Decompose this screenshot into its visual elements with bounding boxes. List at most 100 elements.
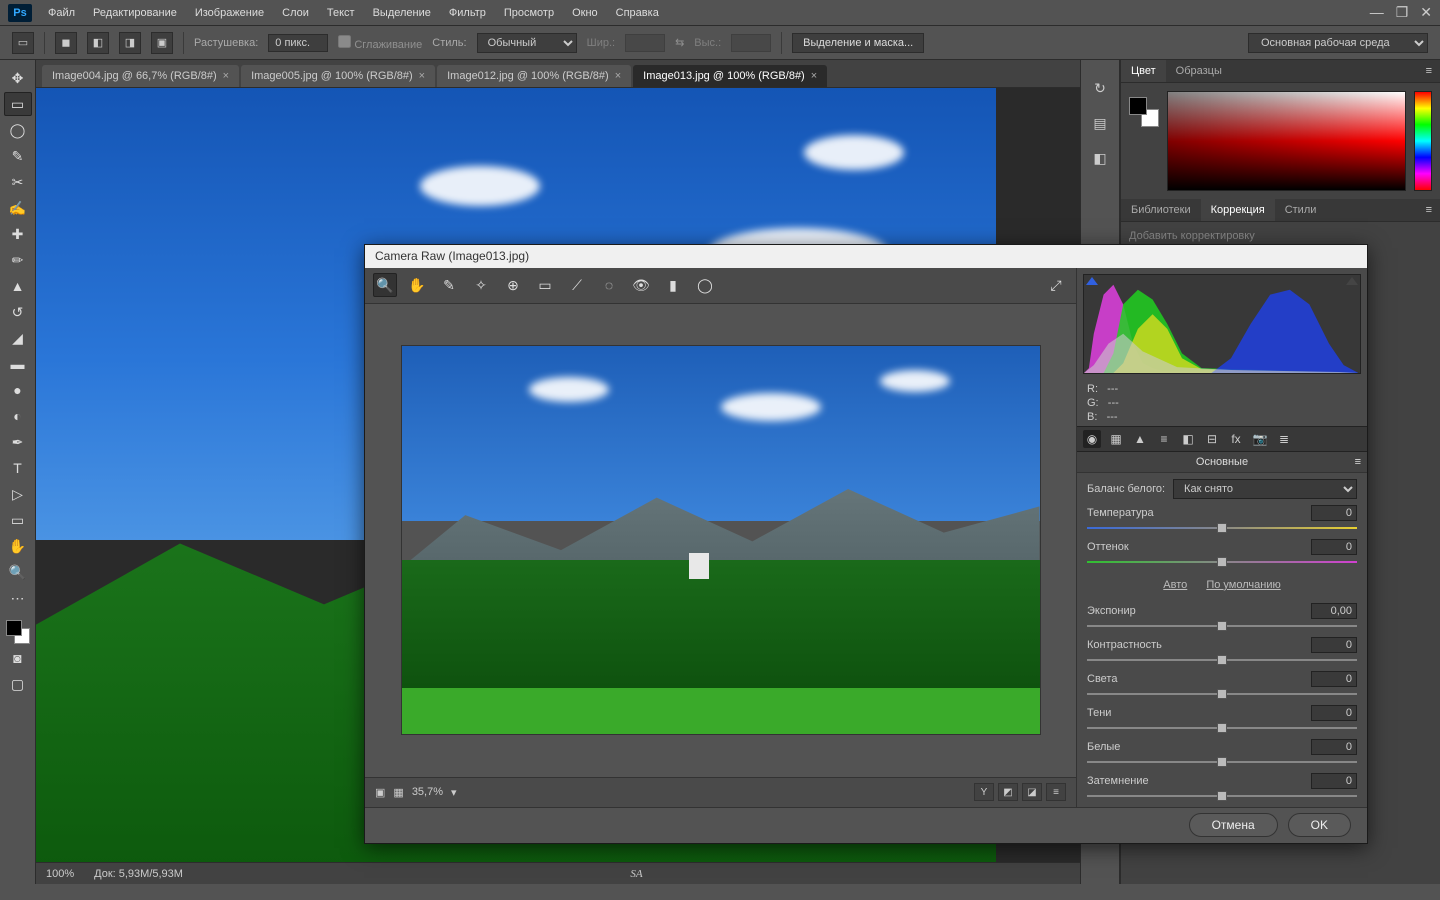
menu-image[interactable]: Изображение	[187, 4, 272, 22]
cr-settings-icon[interactable]: ≡	[1046, 783, 1066, 801]
cr-detail-tab-icon[interactable]: ▲	[1131, 430, 1149, 448]
text-tool-icon[interactable]: T	[4, 456, 32, 480]
slider-value-input[interactable]	[1311, 671, 1357, 687]
cr-spot-removal-icon[interactable]: ◌	[597, 273, 621, 297]
tab-libraries[interactable]: Библиотеки	[1121, 199, 1201, 221]
eraser-tool-icon[interactable]: ◢	[4, 326, 32, 350]
crop-tool-icon[interactable]: ✂	[4, 170, 32, 194]
quick-mask-icon[interactable]: ◙	[4, 646, 32, 670]
cr-split-tab-icon[interactable]: ◧	[1179, 430, 1197, 448]
tab-close-icon[interactable]: ×	[615, 70, 621, 82]
more-tools-icon[interactable]: ⋯	[4, 586, 32, 610]
tab-close-icon[interactable]: ×	[223, 70, 229, 82]
cr-wb-tool-icon[interactable]: ✎	[437, 273, 461, 297]
tab-adjustments[interactable]: Коррекция	[1201, 199, 1275, 221]
shape-tool-icon[interactable]: ▭	[4, 508, 32, 532]
slider-value-input[interactable]	[1311, 637, 1357, 653]
zoom-tool-icon[interactable]: 🔍	[4, 560, 32, 584]
document-tab[interactable]: Image004.jpg @ 66,7% (RGB/8#)×	[42, 65, 239, 87]
cr-fill-icon[interactable]: ▦	[393, 786, 403, 799]
new-selection-icon[interactable]: ◼	[55, 32, 77, 54]
cr-fit-icon[interactable]: ▣	[375, 786, 385, 799]
cr-crop-tool-icon[interactable]: ▭	[533, 273, 557, 297]
contrast-slider[interactable]	[1087, 655, 1357, 665]
cr-fx-tab-icon[interactable]: fx	[1227, 430, 1245, 448]
move-tool-icon[interactable]: ✥	[4, 66, 32, 90]
color-field[interactable]	[1167, 91, 1406, 191]
cr-redeye-tool-icon[interactable]: 👁	[629, 273, 653, 297]
feather-input[interactable]	[268, 34, 328, 52]
cr-hand-tool-icon[interactable]: ✋	[405, 273, 429, 297]
highlight-clip-indicator[interactable]	[1346, 277, 1358, 285]
wb-select[interactable]: Как снято	[1173, 479, 1357, 499]
dodge-tool-icon[interactable]: ◐	[4, 404, 32, 428]
shadow-clip-indicator[interactable]	[1086, 277, 1098, 285]
cr-target-adjust-icon[interactable]: ⊕	[501, 273, 525, 297]
menu-file[interactable]: Файл	[40, 4, 83, 22]
properties-panel-icon[interactable]: ◧	[1093, 150, 1106, 167]
camera-raw-preview[interactable]	[365, 304, 1076, 777]
add-selection-icon[interactable]: ◧	[87, 32, 109, 54]
cr-fullscreen-icon[interactable]: ⤢	[1044, 273, 1068, 297]
window-close-icon[interactable]: ✕	[1420, 4, 1432, 21]
history-panel-icon[interactable]: ↻	[1094, 80, 1106, 97]
tab-styles[interactable]: Стили	[1275, 199, 1327, 221]
menu-layers[interactable]: Слои	[274, 4, 317, 22]
tool-preset-icon[interactable]: ▭	[12, 32, 34, 54]
document-tab[interactable]: Image012.jpg @ 100% (RGB/8#)×	[437, 65, 631, 87]
cr-zoom-value[interactable]: 35,7%	[412, 786, 443, 798]
tint-slider[interactable]	[1087, 557, 1357, 567]
window-minimize-icon[interactable]: —	[1370, 4, 1384, 21]
cr-zoom-dropdown-icon[interactable]: ▾	[451, 786, 457, 799]
temperature-slider[interactable]	[1087, 523, 1357, 533]
slider-value-input[interactable]	[1311, 739, 1357, 755]
panel-menu-icon[interactable]: ≡	[1418, 60, 1440, 82]
eyedropper-tool-icon[interactable]: ✍	[4, 196, 32, 220]
menu-edit[interactable]: Редактирование	[85, 4, 185, 22]
whites-slider[interactable]	[1087, 757, 1357, 767]
tab-color[interactable]: Цвет	[1121, 60, 1166, 82]
screen-mode-icon[interactable]: ▢	[4, 672, 32, 696]
slider-value-input[interactable]	[1311, 603, 1357, 619]
zoom-readout[interactable]: 100%	[46, 868, 74, 880]
select-and-mask-button[interactable]: Выделение и маска...	[792, 33, 924, 53]
marquee-tool-icon[interactable]: ▭	[4, 92, 32, 116]
style-select[interactable]: Обычный	[477, 33, 577, 53]
cr-lens-tab-icon[interactable]: ⊟	[1203, 430, 1221, 448]
subtract-selection-icon[interactable]: ◨	[119, 32, 141, 54]
cr-presets-tab-icon[interactable]: ≣	[1275, 430, 1293, 448]
gradient-tool-icon[interactable]: ▬	[4, 352, 32, 376]
quick-select-tool-icon[interactable]: ✎	[4, 144, 32, 168]
shadows-slider[interactable]	[1087, 723, 1357, 733]
cr-zoom-tool-icon[interactable]: 🔍	[373, 273, 397, 297]
hand-tool-icon[interactable]: ✋	[4, 534, 32, 558]
cr-straighten-tool-icon[interactable]: ⟋	[565, 273, 589, 297]
cr-adjust-brush-icon[interactable]: ▮	[661, 273, 685, 297]
auto-link[interactable]: Авто	[1163, 579, 1187, 591]
slider-value-input[interactable]	[1311, 773, 1357, 789]
heal-tool-icon[interactable]: ✚	[4, 222, 32, 246]
menu-view[interactable]: Просмотр	[496, 4, 562, 22]
workspace-select[interactable]: Основная рабочая среда	[1248, 33, 1428, 53]
cr-color-sampler-icon[interactable]: ✧	[469, 273, 493, 297]
blur-tool-icon[interactable]: ●	[4, 378, 32, 402]
tab-close-icon[interactable]: ×	[419, 70, 425, 82]
cr-hsl-tab-icon[interactable]: ≡	[1155, 430, 1173, 448]
slider-value-input[interactable]	[1311, 539, 1357, 555]
window-restore-icon[interactable]: ❐	[1396, 4, 1409, 21]
actions-panel-icon[interactable]: ▤	[1093, 115, 1106, 132]
lasso-tool-icon[interactable]: ◯	[4, 118, 32, 142]
cr-basic-tab-icon[interactable]: ◉	[1083, 430, 1101, 448]
panel-menu-icon[interactable]: ≡	[1418, 199, 1440, 221]
document-tab[interactable]: Image005.jpg @ 100% (RGB/8#)×	[241, 65, 435, 87]
tab-close-icon[interactable]: ×	[811, 70, 817, 82]
slider-value-input[interactable]	[1311, 505, 1357, 521]
cr-graduated-filter-icon[interactable]: ◯	[693, 273, 717, 297]
blacks-slider[interactable]	[1087, 791, 1357, 801]
history-brush-tool-icon[interactable]: ↺	[4, 300, 32, 324]
intersect-selection-icon[interactable]: ▣	[151, 32, 173, 54]
cr-panel-menu-icon[interactable]: ≡	[1355, 456, 1361, 468]
cr-camera-tab-icon[interactable]: 📷	[1251, 430, 1269, 448]
menu-filter[interactable]: Фильтр	[441, 4, 494, 22]
hue-slider[interactable]	[1414, 91, 1432, 191]
